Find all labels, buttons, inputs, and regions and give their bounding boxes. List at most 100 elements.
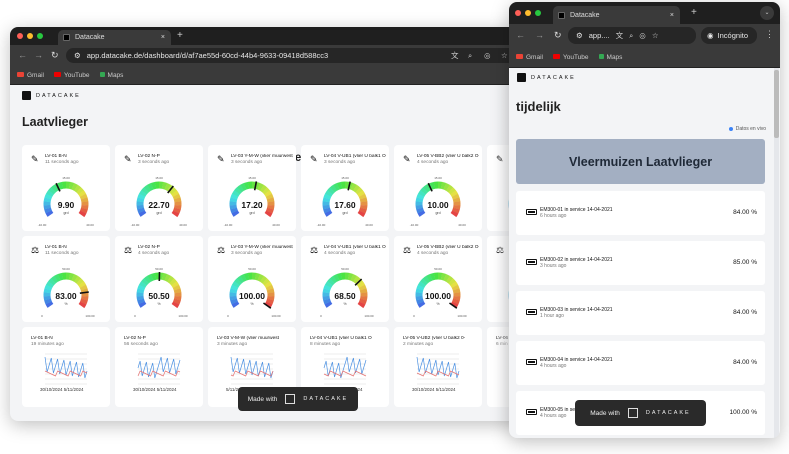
browser-tab[interactable]: Datacake × <box>553 6 680 24</box>
eye-off-icon[interactable]: ◎ <box>484 51 491 60</box>
gauge-arc-segment <box>357 281 366 289</box>
bookmark-maps[interactable]: Maps <box>598 54 622 61</box>
line-chart-card[interactable]: LV-01 B-N 19 minutes ago 30/10/2024 5/11… <box>22 327 110 407</box>
gauge-arc-segment <box>359 295 368 301</box>
gauge-card[interactable]: ✎ LV-01 B-N 11 seconds ago 9.90 grd -10.00 4… <box>22 145 110 231</box>
new-tab-button[interactable]: + <box>177 30 183 41</box>
gauge-card[interactable]: ✎ LV-03 Y-M-W (vlier muurwest) 3 seconds… <box>208 145 296 231</box>
gauge-arc-segment <box>80 197 89 203</box>
bookmark-youtube[interactable]: YouTube <box>53 71 90 79</box>
menu-icon[interactable]: ⋮ <box>765 29 774 40</box>
made-with-datacake-badge[interactable]: Made with DATACAKE <box>575 400 706 426</box>
datacake-logo[interactable]: DATACAKE <box>517 73 576 82</box>
incognito-button[interactable]: ◉ Incógnito <box>701 27 757 44</box>
bookmark-gmail[interactable]: Gmail <box>17 71 44 79</box>
reload-icon[interactable]: ↻ <box>51 50 59 61</box>
close-tab-icon[interactable]: × <box>670 12 674 19</box>
bookmark-youtube[interactable]: YouTube <box>552 54 589 61</box>
gauge-label: grd <box>63 211 68 215</box>
tab-search-icon[interactable]: ⌄ <box>760 6 774 20</box>
line-chart-card[interactable]: LV-02 N-P 56 seconds ago 30/10/2024 5/11… <box>115 327 203 407</box>
address-bar[interactable]: ⚙ app.datacake.de/dashboard/d/af7ae55d-60… <box>66 48 525 63</box>
card-title: LV-04 V-UB1 (vlier U balk1 O-N) <box>324 245 386 250</box>
line-chart <box>44 353 88 385</box>
gauge-arc-segment <box>417 301 426 308</box>
site-info-icon[interactable]: ⚙ <box>74 51 81 60</box>
gauge-card[interactable]: ⚖ LV-02 N-P 4 seconds ago 50.50% 0 100.00 50… <box>115 236 203 322</box>
made-with-datacake-badge[interactable]: Made with DATACAKE <box>238 387 358 411</box>
device-timestamp: 3 hours ago <box>540 263 567 269</box>
gauge-card[interactable]: ⚖ LV-04 V-UB1 (vlier U balk1 O-N) 4 seco… <box>301 236 389 322</box>
datacake-logo[interactable]: DATACAKE <box>22 91 81 100</box>
gauge-arc-segment <box>322 197 331 203</box>
gauge-label: -10.00 <box>131 223 140 227</box>
zoom-icon[interactable]: ⌕ <box>468 51 472 61</box>
gauge-arc-segment <box>150 181 157 190</box>
gauge-arc-segment <box>347 272 354 281</box>
line-chart-card[interactable]: LV-05 V-UB2 (vlier U balk2 0-Z) 2 minute… <box>394 327 482 407</box>
gauge-arc-segment <box>350 273 357 282</box>
bookmark-star-icon[interactable]: ☆ <box>501 51 508 60</box>
gauge-label: 17.20 <box>241 200 263 210</box>
card-title: LV-02 N-P <box>138 245 160 250</box>
translate-icon[interactable]: 文 <box>451 50 459 61</box>
eye-off-icon[interactable]: ◎ <box>639 31 646 40</box>
toolbar: ← → ↻ ⚙ app.... 文 ⌕ ◎ ☆ ◉ Incógnito ⋮ <box>509 24 780 48</box>
site-info-icon[interactable]: ⚙ <box>576 31 583 40</box>
new-tab-button[interactable]: + <box>691 7 697 18</box>
reload-icon[interactable]: ↻ <box>554 30 562 41</box>
device-list-item[interactable]: EM300-02 in service 14-04-2021 3 hours a… <box>516 241 765 285</box>
gauge-arc-segment <box>136 204 144 210</box>
gauge-arc-segment <box>73 184 82 193</box>
gauge-arc-segment <box>78 281 87 289</box>
gauge-card[interactable]: ⚖ LV-03 Y-M-W (vlier muurwest) 3 seconds… <box>208 236 296 322</box>
scrollbar[interactable] <box>774 68 779 438</box>
device-list-item[interactable]: EM300-03 in service 14-04-2021 1 hour ag… <box>516 291 765 335</box>
gauge-arc-segment <box>144 275 152 284</box>
forward-icon[interactable]: → <box>535 30 544 40</box>
back-icon[interactable]: ← <box>516 30 525 40</box>
forward-icon[interactable]: → <box>34 50 43 60</box>
bookmark-gmail[interactable]: Gmail <box>516 54 543 61</box>
gauge-arc-segment <box>80 207 88 214</box>
back-icon[interactable]: ← <box>18 50 27 60</box>
gauge-arc-segment <box>336 272 343 281</box>
gauge-card[interactable]: ✎ LV-05 V-BB2 (vlier U balk2 O-Z) 4 seco… <box>394 145 482 231</box>
gauge-card[interactable]: ⚖ LV-05 V-BB2 (vlier U balk2 O-Z) 4 seco… <box>394 236 482 322</box>
device-list-item[interactable]: EM300-01 in service 14-04-2021 6 hours a… <box>516 191 765 235</box>
close-tab-icon[interactable]: × <box>161 34 165 41</box>
gauge-arc-segment <box>440 181 447 190</box>
zoom-icon[interactable]: ⌕ <box>629 31 633 41</box>
gauge-arc-segment <box>417 210 426 217</box>
chart-date-axis: 30/10/2024 5/11/2024 <box>133 387 177 392</box>
translate-icon[interactable]: 文 <box>616 30 624 41</box>
gauge-label: -10.00 <box>317 223 326 227</box>
gauge-label: 50.00 <box>62 267 70 271</box>
battery-icon <box>526 309 537 315</box>
bookmark-star-icon[interactable]: ☆ <box>652 31 659 40</box>
gauge-arc-segment <box>415 295 423 301</box>
gauge-arc-segment <box>416 193 425 200</box>
gauge-label: 15.00 <box>248 176 256 180</box>
incognito-icon: ◉ <box>707 31 714 40</box>
gauge-arc-segment <box>423 275 431 284</box>
gauge-arc-segment <box>420 187 428 195</box>
gauge-label: 10.00 <box>427 200 449 210</box>
bookmark-maps[interactable]: Maps <box>99 71 123 79</box>
browser-tab[interactable]: Datacake × <box>58 30 171 45</box>
gauge-label: 40.00 <box>272 223 280 227</box>
gauge-arc-segment <box>352 275 361 284</box>
gauge-arc-segment <box>451 193 460 200</box>
gauge-arc-segment <box>333 273 340 282</box>
gauge-arc-segment <box>230 207 238 214</box>
window-controls[interactable] <box>17 33 43 39</box>
gauge-arc-segment <box>139 281 147 288</box>
gauge-card[interactable]: ✎ LV-04 V-UB1 (vlier U balk1 O-N) 3 seco… <box>301 145 389 231</box>
device-list-item[interactable]: EM300-04 in service 14-04-2021 4 hours a… <box>516 341 765 385</box>
gauge-card[interactable]: ✎ LV-02 N-P 3 seconds ago 22.70 grd -10.00 4… <box>115 145 203 231</box>
gauge-label: 0 <box>134 314 136 318</box>
gauge-arc-segment <box>231 210 240 217</box>
address-bar[interactable]: ⚙ app.... 文 ⌕ ◎ ☆ <box>568 27 696 44</box>
window-controls[interactable] <box>515 10 541 16</box>
gauge-card[interactable]: ⚖ LV-01 B-N 11 seconds ago 83.00% 0 100.00 5… <box>22 236 110 322</box>
